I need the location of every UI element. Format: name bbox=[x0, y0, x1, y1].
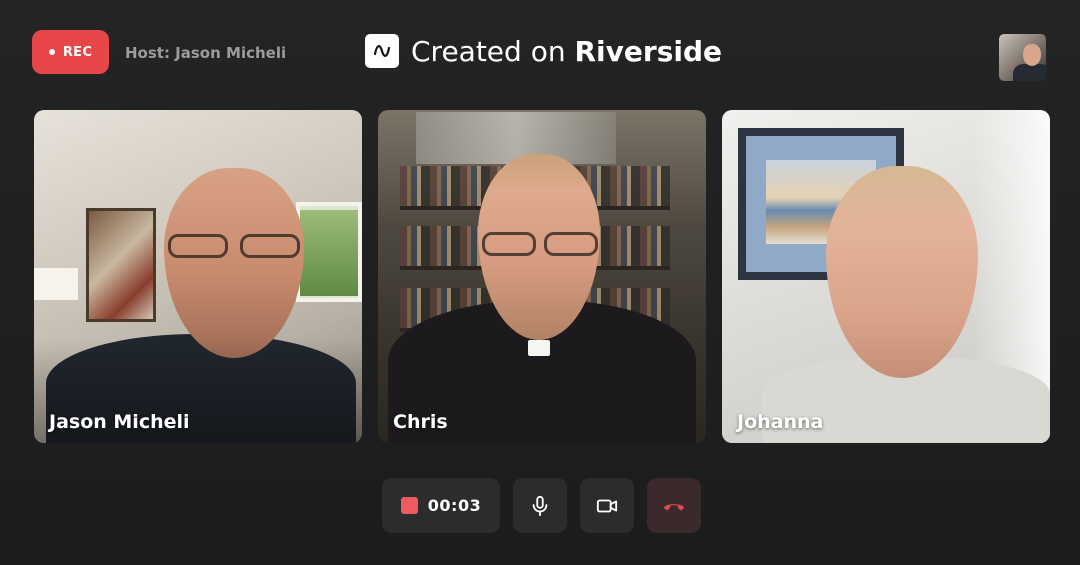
participant-name: Jason Micheli bbox=[49, 411, 190, 433]
background-painting bbox=[86, 208, 156, 322]
recording-timer: 00:03 bbox=[427, 496, 482, 515]
glasses-lens bbox=[168, 234, 228, 258]
background-lamp bbox=[34, 268, 78, 300]
camera-button[interactable] bbox=[580, 478, 634, 533]
brand-name: Riverside bbox=[574, 34, 723, 68]
brand-prefix: Created on bbox=[411, 34, 575, 68]
video-tile-chris[interactable]: Chris bbox=[378, 110, 706, 443]
self-view-body bbox=[1013, 64, 1046, 81]
brand: Created on Riverside bbox=[365, 34, 722, 68]
microphone-icon bbox=[532, 495, 548, 516]
participant-name: Johanna bbox=[737, 411, 824, 433]
stop-recording-button[interactable]: 00:03 bbox=[382, 478, 500, 533]
rec-label: REC bbox=[62, 44, 93, 60]
self-view-head bbox=[1023, 44, 1041, 66]
end-call-icon bbox=[664, 503, 684, 510]
participant-name: Chris bbox=[393, 411, 448, 433]
clerical-collar bbox=[528, 340, 550, 356]
riverside-logo-icon bbox=[365, 34, 399, 68]
microphone-button[interactable] bbox=[513, 478, 567, 533]
stop-square-icon bbox=[400, 497, 418, 514]
glasses-lens bbox=[544, 232, 598, 256]
rec-badge[interactable]: REC bbox=[32, 30, 109, 74]
video-tile-jason[interactable]: Jason Micheli bbox=[34, 110, 362, 443]
self-view-thumbnail[interactable] bbox=[999, 34, 1046, 81]
brand-text: Created on Riverside bbox=[411, 35, 722, 68]
recording-dot-icon bbox=[48, 49, 55, 55]
host-label: Host: Jason Micheli bbox=[125, 44, 287, 62]
background-art bbox=[416, 112, 616, 164]
end-call-button[interactable] bbox=[647, 478, 701, 533]
background-window-view bbox=[300, 210, 358, 296]
video-tile-johanna[interactable]: Johanna bbox=[722, 110, 1050, 443]
glasses-lens bbox=[482, 232, 536, 256]
glasses-lens bbox=[240, 234, 300, 258]
video-camera-icon bbox=[596, 499, 618, 512]
